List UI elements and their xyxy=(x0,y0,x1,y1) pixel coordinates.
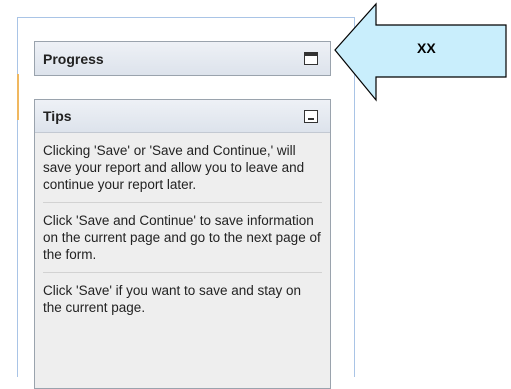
tip-item: Click 'Save' if you want to save and sta… xyxy=(43,283,302,315)
progress-panel-header: Progress xyxy=(35,42,330,75)
minimize-icon[interactable] xyxy=(304,109,318,123)
left-accent-bar xyxy=(17,74,19,120)
tips-panel-title: Tips xyxy=(43,108,72,124)
tip-item: Click 'Save and Continue' to save inform… xyxy=(43,209,322,273)
tips-panel: Tips Clicking 'Save' or 'Save and Contin… xyxy=(34,99,331,389)
progress-panel-title: Progress xyxy=(43,50,104,67)
progress-panel: Progress xyxy=(34,41,331,76)
maximize-icon[interactable] xyxy=(304,52,318,65)
callout-label: XX xyxy=(417,40,436,56)
tip-item: Clicking 'Save' or 'Save and Continue,' … xyxy=(43,139,322,203)
tips-body: Clicking 'Save' or 'Save and Continue,' … xyxy=(35,133,330,325)
tips-panel-header: Tips xyxy=(35,100,330,133)
